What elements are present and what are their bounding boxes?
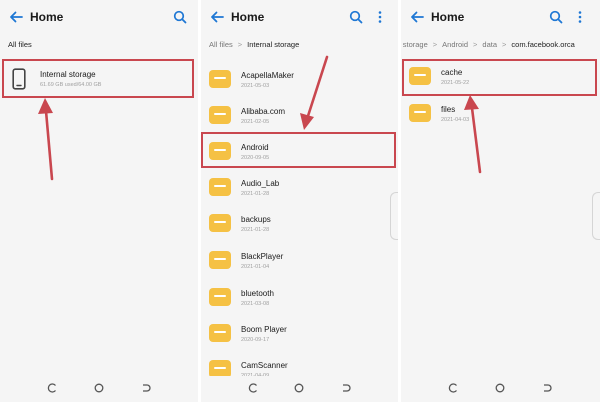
folder-icon (209, 288, 231, 306)
folder-icon (209, 251, 231, 269)
breadcrumb-internal-storage[interactable]: l storage (401, 40, 428, 49)
breadcrumb: All files > Internal storage (209, 40, 300, 49)
highlight-box (2, 59, 194, 98)
folder-date: 2021-05-03 (241, 83, 270, 89)
folder-name: files (441, 105, 456, 114)
nav-home-icon[interactable] (495, 383, 505, 393)
folder-date: 2021-03-08 (241, 301, 270, 307)
breadcrumb-facebook-orca[interactable]: com.facebook.orca (511, 40, 574, 49)
back-arrow-icon[interactable] (209, 9, 225, 25)
folder-icon (209, 178, 231, 196)
folder-item[interactable]: files 2021-04-03 (401, 96, 600, 132)
folder-name: bluetooth (241, 289, 274, 298)
folder-icon (209, 324, 231, 342)
more-options-icon[interactable] (577, 9, 583, 25)
back-arrow-icon[interactable] (8, 9, 24, 25)
folder-name: Alibaba.com (241, 107, 286, 116)
breadcrumb: l storage > Android > data > com.facebook.orca (401, 40, 575, 49)
nav-recent-icon[interactable] (248, 383, 258, 393)
nav-back-icon[interactable] (141, 383, 151, 393)
nav-recent-icon[interactable] (47, 383, 57, 393)
screen-facebook-orca: Home l storage > Android > data > com.facebook… (401, 0, 600, 402)
back-arrow-icon[interactable] (409, 9, 425, 25)
breadcrumb-android[interactable]: Android (442, 40, 468, 49)
nav-back-icon[interactable] (542, 383, 552, 393)
folder-icon (209, 214, 231, 232)
nav-home-icon[interactable] (94, 383, 104, 393)
folder-name: Boom Player (241, 325, 287, 334)
nav-back-icon[interactable] (341, 383, 351, 393)
breadcrumb-internal-storage[interactable]: Internal storage (247, 40, 299, 49)
folder-name: Audio_Lab (241, 179, 280, 188)
folder-date: 2021-02-05 (241, 119, 270, 125)
folder-date: 2021-01-28 (241, 227, 270, 233)
search-icon[interactable] (173, 10, 187, 24)
breadcrumb-all-files[interactable]: All files (8, 40, 32, 49)
folder-date: 2021-01-28 (241, 191, 270, 197)
folder-icon (409, 104, 431, 122)
search-icon[interactable] (549, 10, 563, 24)
folder-icon (209, 106, 231, 124)
folder-item[interactable]: BlackPlayer 2021-01-04 (201, 243, 398, 279)
app-header: Home (201, 0, 398, 34)
nav-home-icon[interactable] (294, 383, 304, 393)
app-header: Home (401, 0, 600, 34)
page-title: Home (30, 10, 64, 24)
search-icon[interactable] (349, 10, 363, 24)
folder-name: AcapellaMaker (241, 71, 294, 80)
page-title: Home (231, 10, 265, 24)
folder-date: 2021-01-04 (241, 264, 270, 270)
highlight-box (402, 59, 597, 96)
folder-item[interactable]: backups 2021-01-28 (201, 206, 398, 242)
folder-name: CamScanner (241, 361, 288, 370)
breadcrumb-all-files[interactable]: All files (209, 40, 233, 49)
edge-handle[interactable] (390, 192, 398, 240)
highlight-box (201, 132, 396, 168)
nav-bar (201, 376, 398, 402)
nav-bar (0, 376, 198, 402)
folder-name: backups (241, 215, 271, 224)
folder-item[interactable]: Boom Player 2020-09-17 (201, 316, 398, 352)
folder-date: 2021-04-03 (441, 117, 470, 123)
folder-item[interactable]: Audio_Lab 2021-01-28 (201, 170, 398, 206)
more-options-icon[interactable] (377, 9, 383, 25)
nav-recent-icon[interactable] (448, 383, 458, 393)
folder-item[interactable]: AcapellaMaker 2021-05-03 (201, 62, 398, 98)
breadcrumb-data[interactable]: data (482, 40, 497, 49)
folder-item[interactable]: Alibaba.com 2021-02-05 (201, 98, 398, 134)
folder-name: BlackPlayer (241, 252, 284, 261)
screen-internal-storage: Home All files > Internal storage Acapella… (201, 0, 398, 402)
app-header: Home (0, 0, 198, 34)
nav-bar (401, 376, 600, 402)
screen-all-files: Home All files Internal storage 61.69 GB… (0, 0, 198, 402)
breadcrumb: All files (8, 40, 198, 54)
folder-date: 2020-09-17 (241, 337, 270, 343)
folder-icon (209, 70, 231, 88)
page-title: Home (431, 10, 465, 24)
folder-item[interactable]: bluetooth 2021-03-08 (201, 280, 398, 316)
edge-handle[interactable] (592, 192, 600, 240)
